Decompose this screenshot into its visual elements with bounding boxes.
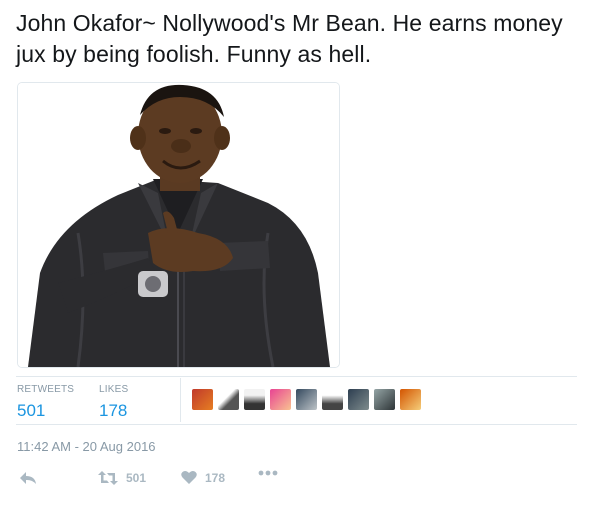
heart-icon <box>181 470 197 484</box>
more-icon <box>258 470 278 476</box>
likes-stat[interactable]: LIKES 178 <box>99 384 128 421</box>
liked-by-avatars <box>192 389 421 410</box>
avatar[interactable] <box>400 389 421 410</box>
retweet-icon <box>98 471 118 485</box>
stats-bottom-divider <box>16 424 577 425</box>
avatar[interactable] <box>270 389 291 410</box>
reply-button[interactable] <box>19 470 37 486</box>
retweets-count: 501 <box>17 401 46 420</box>
tweet-photo[interactable] <box>17 82 340 368</box>
more-button[interactable] <box>258 470 278 476</box>
retweet-button[interactable]: 501 <box>98 470 146 486</box>
stats-top-divider <box>16 376 577 377</box>
photo-man-in-black-shirt <box>18 83 339 367</box>
avatar[interactable] <box>244 389 265 410</box>
likes-count: 178 <box>99 401 128 420</box>
reply-icon <box>20 472 36 484</box>
tweet-actions: 501 178 <box>0 470 598 492</box>
likes-label: LIKES <box>99 384 129 395</box>
avatar[interactable] <box>322 389 343 410</box>
avatar[interactable] <box>348 389 369 410</box>
avatar[interactable] <box>374 389 395 410</box>
like-count-action: 178 <box>205 470 226 485</box>
avatar[interactable] <box>296 389 317 410</box>
stats-separator <box>180 378 181 422</box>
avatar[interactable] <box>192 389 213 410</box>
avatar[interactable] <box>218 389 239 410</box>
like-button[interactable]: 178 <box>181 470 225 485</box>
retweets-stat[interactable]: RETWEETS 501 <box>17 384 74 421</box>
retweet-count-action: 501 <box>126 471 147 485</box>
tweet-text: John Okafor~ Nollywood's Mr Bean. He ear… <box>16 10 563 67</box>
retweets-label: RETWEETS <box>17 384 75 395</box>
tweet-timestamp[interactable]: 11:42 AM - 20 Aug 2016 <box>17 439 156 454</box>
